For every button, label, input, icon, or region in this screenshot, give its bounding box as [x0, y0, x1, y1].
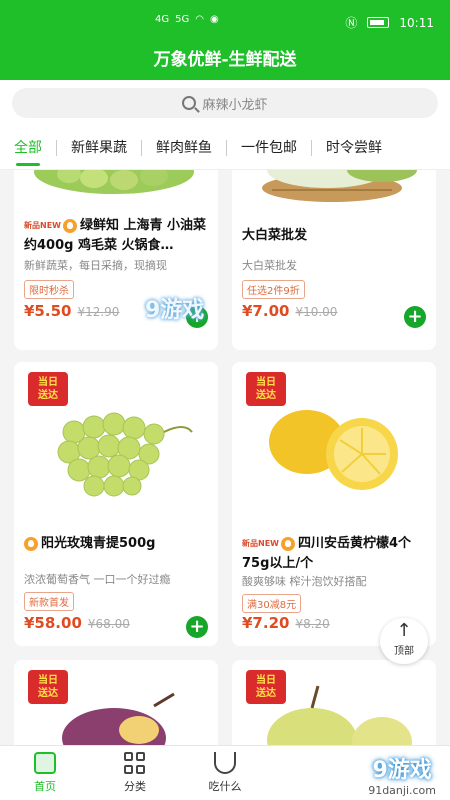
product-price: ¥7.00 ¥10.00	[242, 302, 338, 320]
tab-all[interactable]: 全部	[0, 126, 56, 169]
product-card[interactable]: 当日 送达	[14, 660, 218, 745]
search-area: 麻辣小龙虾	[0, 80, 450, 126]
flame-icon	[24, 536, 38, 551]
original-price: ¥10.00	[295, 305, 338, 319]
watermark: 9游戏 91danji.com	[368, 752, 436, 797]
nav-what-to-eat-label: 吃什么	[208, 780, 242, 793]
product-price: ¥5.50 ¥12.90	[24, 302, 120, 320]
original-price: ¥8.20	[295, 617, 330, 631]
nav-home[interactable]: 首页	[0, 746, 90, 800]
search-placeholder: 麻辣小龙虾	[202, 97, 268, 113]
category-tabs: 全部 新鲜果蔬 鲜肉鲜鱼 一件包邮 时令尝鲜	[0, 126, 450, 170]
wifi-icon: ◠	[195, 14, 204, 25]
nav-home-label: 首页	[34, 780, 56, 793]
watermark-url: 91danji.com	[368, 784, 436, 797]
signal-5g-label: 5G	[175, 14, 190, 25]
flame-icon	[280, 536, 295, 551]
category-grid-icon	[124, 752, 146, 774]
product-image-pear	[232, 680, 436, 745]
clock: 10:11	[399, 15, 434, 30]
nav-category[interactable]: 分类	[90, 746, 180, 800]
promo-tag: 新款首发	[24, 592, 74, 611]
chat-icon: ◉	[209, 14, 219, 25]
new-badge: 新品NEW	[24, 221, 61, 230]
product-subtitle: 新鲜蔬菜，每日采摘，现摘现	[24, 259, 167, 272]
product-card[interactable]: 当日 送达 阳光玫瑰青提500g 浓浓葡萄香气 一口一个好过瘾 新款首发 ¥58.…	[14, 362, 218, 646]
product-image-cabbage	[232, 170, 436, 212]
add-to-cart-button[interactable]: +	[186, 616, 208, 638]
flame-icon	[62, 218, 77, 233]
battery-icon	[367, 17, 390, 28]
product-grid: 新品NEW 绿鲜知 上海青 小油菜 约400g 鸡毛菜 火锅食… 新鲜蔬菜，每日采…	[0, 170, 450, 745]
product-subtitle: 浓浓葡萄香气 一口一个好过瘾	[24, 573, 171, 586]
watermark-logo-mid: 9游戏	[145, 298, 205, 323]
product-title: 大白菜批发	[242, 228, 308, 243]
original-price: ¥12.90	[77, 305, 120, 319]
product-card[interactable]: 当日 送达 新品NEW 四川安岳黄柠檬4个75g以上/个 酸爽够味 榨汁泡饮好搭配 …	[232, 362, 436, 646]
app-title: 万象优鲜-生鲜配送	[0, 40, 450, 80]
product-image-plum	[14, 690, 218, 745]
home-icon	[34, 752, 56, 774]
tab-fresh-produce[interactable]: 新鲜果蔬	[57, 126, 141, 169]
status-icons-left: 4G 5G ◠ ◉	[155, 14, 219, 25]
product-subtitle: 酸爽够味 榨汁泡饮好搭配	[242, 575, 367, 588]
promo-tag: 任选2件9折	[242, 280, 305, 299]
product-title: 新品NEW 四川安岳黄柠檬4个75g以上/个	[242, 536, 412, 571]
status-icons-right: Ⓝ 10:11	[345, 14, 434, 31]
product-price: ¥7.20 ¥8.20	[242, 614, 330, 632]
product-price: ¥58.00 ¥68.00	[24, 614, 130, 632]
product-card[interactable]: 大白菜批发 大白菜批发 任选2件9折 ¥7.00 ¥10.00 +	[232, 170, 436, 350]
signal-4g-label: 4G	[155, 14, 170, 25]
nfc-icon: Ⓝ	[345, 16, 358, 30]
add-to-cart-button[interactable]: +	[404, 306, 426, 328]
watermark-logo: 9游戏	[372, 758, 432, 783]
status-bar: 4G 5G ◠ ◉ Ⓝ 10:11	[0, 0, 450, 40]
nav-category-label: 分类	[124, 780, 146, 793]
product-title: 阳光玫瑰青提500g	[24, 534, 208, 554]
promo-tag: 限时秒杀	[24, 280, 74, 299]
search-input[interactable]: 麻辣小龙虾	[12, 88, 438, 118]
nav-what-to-eat[interactable]: 吃什么	[180, 746, 270, 800]
back-to-top-button[interactable]: ↑ 顶部	[380, 618, 428, 664]
tab-free-shipping[interactable]: 一件包邮	[227, 126, 311, 169]
back-to-top-label: 顶部	[394, 646, 414, 657]
product-title: 新品NEW 绿鲜知 上海青 小油菜 约400g 鸡毛菜 火锅食…	[24, 218, 207, 253]
same-day-badge: 当日 送达	[246, 372, 286, 406]
bowl-icon	[214, 752, 236, 774]
tab-meat-fish[interactable]: 鲜肉鲜鱼	[142, 126, 226, 169]
new-badge: 新品NEW	[242, 539, 279, 548]
original-price: ¥68.00	[87, 617, 130, 631]
arrow-up-icon: ↑	[396, 620, 412, 641]
tab-seasonal[interactable]: 时令尝鲜	[312, 126, 396, 169]
product-subtitle: 大白菜批发	[242, 259, 297, 272]
product-image-greens	[14, 170, 218, 200]
product-card[interactable]: 当日 送达	[232, 660, 436, 745]
same-day-badge: 当日 送达	[28, 372, 68, 406]
promo-tag: 满30减8元	[242, 594, 302, 613]
search-icon	[182, 96, 197, 110]
